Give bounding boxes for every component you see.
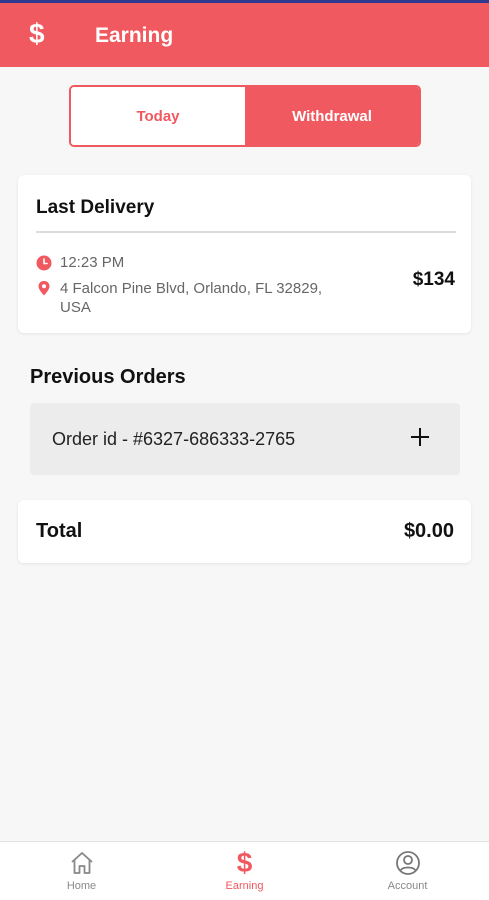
delivery-address-row: 4 Falcon Pine Blvd, Orlando, FL 32829, U… xyxy=(36,279,350,317)
plus-icon[interactable] xyxy=(410,427,430,447)
total-card: Total $0.00 xyxy=(18,500,471,563)
delivery-address: 4 Falcon Pine Blvd, Orlando, FL 32829, U… xyxy=(60,280,323,316)
order-id: Order id - #6327-686333-2765 xyxy=(52,429,296,449)
location-pin-icon xyxy=(38,281,50,296)
delivery-time: 12:23 PM xyxy=(60,254,125,271)
nav-earning-label: Earning xyxy=(225,880,264,892)
last-delivery-heading: Last Delivery xyxy=(36,197,155,218)
nav-earning[interactable]: $ Earning xyxy=(163,842,326,900)
delivery-amount: $134 xyxy=(412,269,455,290)
bottom-nav: Home $ Earning Account xyxy=(0,841,489,900)
divider xyxy=(36,231,456,233)
home-icon xyxy=(67,848,97,878)
order-item[interactable]: Order id - #6327-686333-2765 xyxy=(30,403,460,475)
dollar-icon: $ xyxy=(236,847,253,878)
earning-toggle: Today Withdrawal xyxy=(69,85,421,147)
nav-home[interactable]: Home xyxy=(0,842,163,900)
nav-account[interactable]: Account xyxy=(326,842,489,900)
total-label: Total xyxy=(36,520,83,542)
delivery-time-row: 12:23 PM xyxy=(36,253,124,272)
withdrawal-tab[interactable]: Withdrawal xyxy=(245,87,419,145)
total-value: $0.00 xyxy=(403,520,454,542)
dollar-icon: $ xyxy=(29,18,45,49)
nav-home-label: Home xyxy=(66,880,97,892)
clock-icon xyxy=(36,255,52,270)
page-title: Earning xyxy=(95,24,174,47)
last-delivery-card: Last Delivery 12:23 PM 4 Falcon Pine Blv… xyxy=(18,175,471,333)
today-tab[interactable]: Today xyxy=(71,87,245,145)
app-header: $ Earning xyxy=(0,3,489,67)
previous-orders-title: Previous Orders xyxy=(30,366,186,388)
nav-account-label: Account xyxy=(387,880,428,892)
account-icon xyxy=(393,848,423,878)
